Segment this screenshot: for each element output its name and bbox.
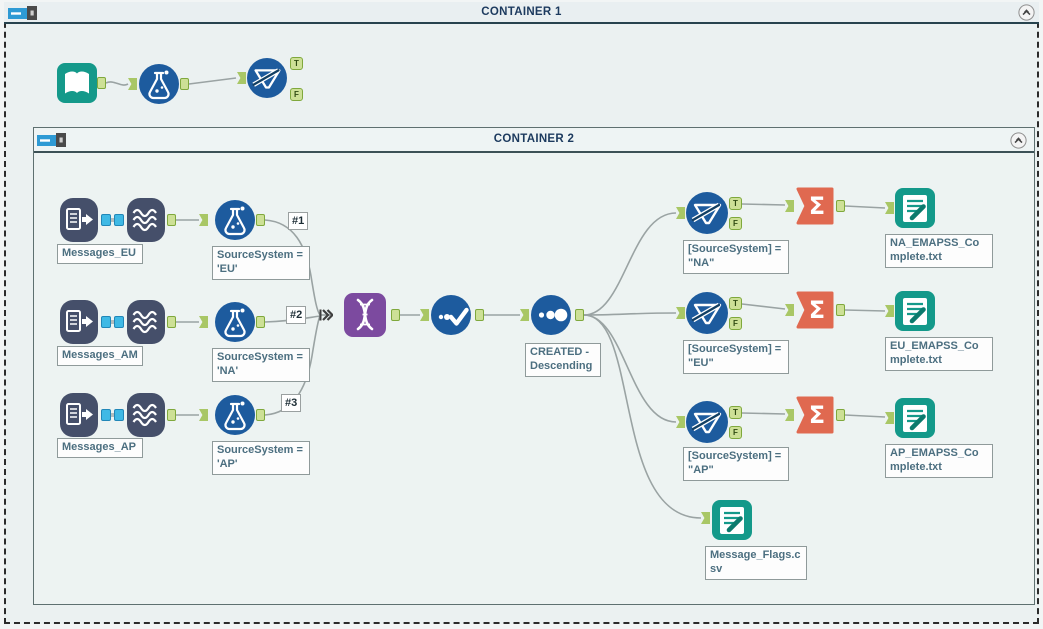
annotation[interactable]: [SourceSystem] = "AP" — [683, 447, 789, 481]
true-anchor[interactable]: T — [729, 406, 742, 419]
workflow-canvas: CONTAINER 1 CONTAINER 2 T F Messages_EU … — [0, 0, 1043, 629]
container-2-collapse-button[interactable] — [1010, 132, 1027, 149]
formula-tool[interactable] — [215, 200, 255, 240]
annotation[interactable]: SourceSystem = 'NA' — [212, 348, 310, 382]
output-anchor[interactable] — [475, 309, 484, 321]
annotation[interactable]: EU_EMAPSS_Complete.txt — [885, 337, 993, 371]
output-anchor[interactable] — [836, 304, 845, 316]
annotation[interactable]: AP_EMAPSS_Complete.txt — [885, 444, 993, 478]
annotation[interactable]: Messages_AM — [57, 346, 143, 366]
summarize-tool[interactable]: Σ — [795, 290, 835, 330]
container-1-icon[interactable] — [8, 4, 38, 22]
container-1-collapse-button[interactable] — [1018, 4, 1035, 21]
connect-indb-tool[interactable] — [60, 300, 98, 344]
output-data-tool[interactable] — [895, 291, 935, 331]
summarize-tool[interactable]: Σ — [795, 186, 835, 226]
indb-input-anchor[interactable] — [114, 409, 124, 421]
output-anchor[interactable] — [836, 409, 845, 421]
output-anchor[interactable] — [391, 309, 400, 321]
annotation[interactable]: NA_EMAPSS_Complete.txt — [885, 234, 993, 268]
output-anchor[interactable] — [167, 214, 176, 226]
container-2-title: CONTAINER 2 — [493, 133, 575, 145]
output-anchor[interactable] — [97, 77, 106, 89]
output-anchor[interactable] — [836, 200, 845, 212]
output-anchor[interactable] — [167, 409, 176, 421]
output-anchor[interactable] — [575, 309, 584, 321]
output-anchor[interactable] — [256, 316, 265, 328]
formula-tool[interactable] — [139, 64, 179, 104]
unique-tool[interactable] — [431, 295, 471, 335]
join-multiple-tool[interactable] — [344, 293, 386, 337]
output-anchor[interactable] — [256, 409, 265, 421]
formula-tool[interactable] — [215, 395, 255, 435]
sigma-glyph: Σ — [809, 192, 825, 220]
indb-output-anchor[interactable] — [101, 316, 111, 328]
summarize-tool[interactable]: Σ — [795, 395, 835, 435]
output-anchor[interactable] — [256, 214, 265, 226]
output-data-tool[interactable] — [895, 398, 935, 438]
filter-tool[interactable] — [247, 58, 287, 98]
wire-label[interactable]: #3 — [281, 394, 302, 412]
filter-tool[interactable] — [686, 292, 728, 334]
output-data-tool[interactable] — [895, 188, 935, 228]
false-anchor[interactable]: F — [290, 88, 303, 101]
true-anchor[interactable]: T — [290, 57, 303, 70]
input-book-tool[interactable] — [57, 63, 97, 103]
output-data-tool[interactable] — [712, 500, 752, 540]
connect-indb-tool[interactable] — [60, 198, 98, 242]
false-anchor[interactable]: F — [729, 426, 742, 439]
connect-indb-tool[interactable] — [60, 393, 98, 437]
wire-label[interactable]: #1 — [288, 212, 309, 230]
container-1-title: CONTAINER 1 — [481, 6, 562, 18]
container-2-icon[interactable] — [37, 131, 67, 149]
false-anchor[interactable]: F — [729, 317, 742, 330]
annotation[interactable]: Message_Flags.csv — [705, 546, 807, 580]
formula-tool[interactable] — [215, 302, 255, 342]
filter-tool[interactable] — [686, 401, 728, 443]
annotation[interactable]: Messages_EU — [57, 244, 143, 264]
wire-label[interactable]: #2 — [286, 306, 307, 324]
true-anchor[interactable]: T — [729, 197, 742, 210]
indb-input-anchor[interactable] — [114, 214, 124, 226]
filter-tool[interactable] — [686, 192, 728, 234]
indb-output-anchor[interactable] — [101, 214, 111, 226]
annotation[interactable]: [SourceSystem] = "EU" — [683, 340, 789, 374]
annotation[interactable]: [SourceSystem] = "NA" — [683, 240, 789, 274]
data-stream-out-tool[interactable] — [127, 198, 165, 242]
data-stream-out-tool[interactable] — [127, 300, 165, 344]
annotation[interactable]: SourceSystem = 'AP' — [212, 441, 310, 475]
false-anchor[interactable]: F — [729, 217, 742, 230]
annotation[interactable]: CREATED - Descending — [525, 343, 601, 377]
multi-input-icon — [319, 307, 333, 323]
annotation[interactable]: SourceSystem = 'EU' — [212, 246, 310, 280]
output-anchor[interactable] — [167, 316, 176, 328]
sigma-glyph: Σ — [809, 401, 825, 429]
annotation[interactable]: Messages_AP — [57, 438, 143, 458]
output-anchor[interactable] — [180, 78, 189, 90]
true-anchor[interactable]: T — [729, 297, 742, 310]
data-stream-out-tool[interactable] — [127, 393, 165, 437]
indb-output-anchor[interactable] — [101, 409, 111, 421]
indb-input-anchor[interactable] — [114, 316, 124, 328]
sigma-glyph: Σ — [809, 296, 825, 324]
sort-tool[interactable] — [531, 295, 571, 335]
